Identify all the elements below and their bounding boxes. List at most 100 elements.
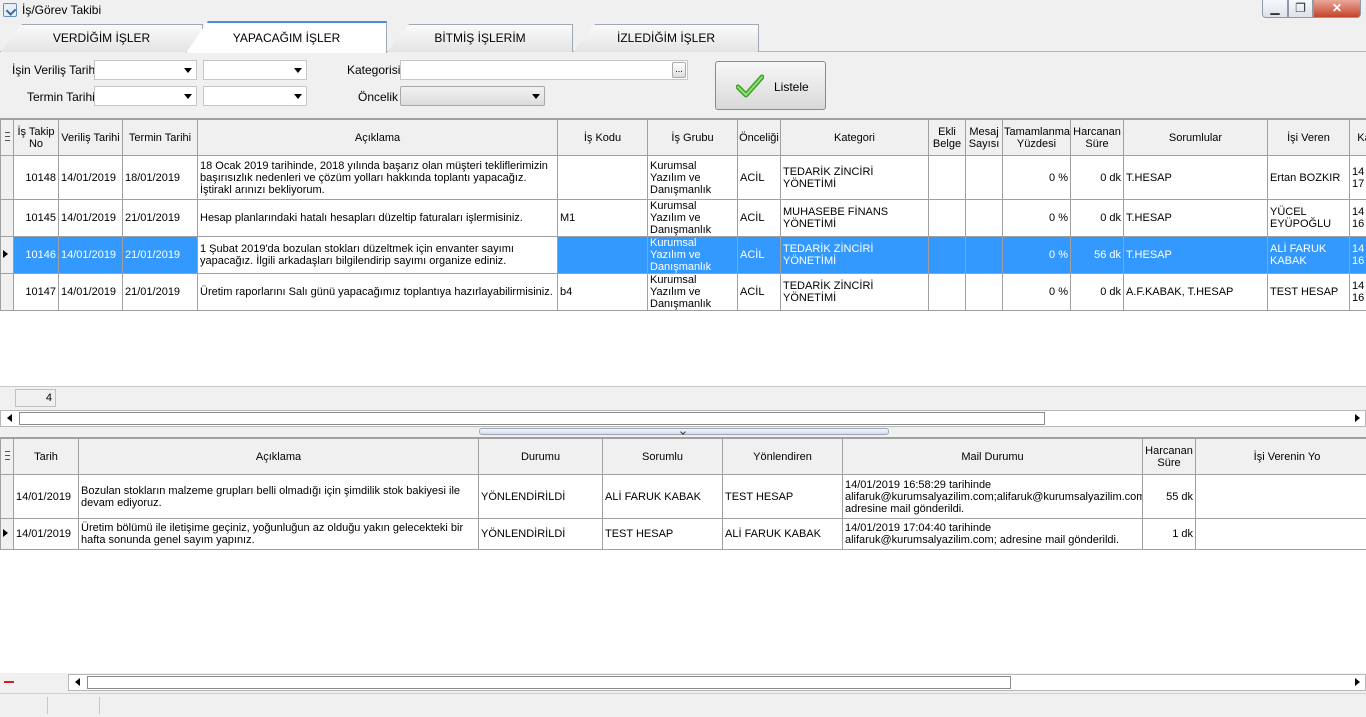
cell-oncelik[interactable]: ACİL (737, 199, 781, 237)
cell-oncelik[interactable]: ACİL (737, 236, 781, 274)
cell-mail[interactable]: 14/01/2019 17:04:40 tarihinde alifaruk@k… (842, 518, 1143, 550)
cell-aciklama[interactable]: Bozulan stokların malzeme grupları belli… (78, 474, 479, 519)
col-header[interactable]: Ka (1349, 119, 1366, 156)
minimize-button[interactable]: ▁ (1262, 0, 1288, 18)
kategori-input[interactable]: ... (400, 60, 688, 80)
termin-end-date[interactable] (203, 86, 307, 106)
cell-kategori[interactable]: TEDARİK ZİNCİRİ YÖNETİMİ (780, 236, 929, 274)
cell-kod[interactable]: b4 (557, 273, 648, 311)
col-header[interactable]: Önceliği (737, 119, 781, 156)
cell-yuzde[interactable]: 0 % (1002, 155, 1071, 200)
cell-veren[interactable]: YÜCEL EYÜPOĞLU (1267, 199, 1350, 237)
maximize-button[interactable]: ❐ (1288, 0, 1313, 18)
col-header[interactable]: Sorumlular (1123, 119, 1268, 156)
cell-kategori[interactable]: TEDARİK ZİNCİRİ YÖNETİMİ (780, 155, 929, 200)
cell-no[interactable]: 10146 (13, 236, 59, 274)
row-indicator[interactable] (0, 199, 14, 237)
col-header[interactable]: Harcanan Süre (1142, 438, 1196, 475)
table-row[interactable]: 10148 14/01/2019 18/01/2019 18 Ocak 2019… (0, 155, 1366, 200)
scroll-left-arrow-icon[interactable] (70, 675, 86, 690)
cell-yorum[interactable] (1195, 474, 1366, 519)
cell-yuzde[interactable]: 0 % (1002, 199, 1071, 237)
tab-bitmis-islerim[interactable]: BİTMİŞ İŞLERİM (387, 24, 573, 52)
header-menu[interactable] (0, 438, 14, 475)
cell-oncelik[interactable]: ACİL (737, 155, 781, 200)
cell-sure[interactable]: 0 dk (1070, 155, 1124, 200)
cell-verilis[interactable]: 14/01/2019 (58, 236, 123, 274)
cell-mesaj[interactable] (965, 155, 1003, 200)
cell-verilis[interactable]: 14/01/2019 (58, 199, 123, 237)
cell-sure[interactable]: 1 dk (1142, 518, 1196, 550)
cell-ka[interactable]: 14 16 (1349, 236, 1366, 274)
close-button[interactable]: ✕ (1313, 0, 1361, 18)
table-row[interactable]: 14/01/2019 Bozulan stokların malzeme gru… (0, 474, 1366, 519)
cell-termin[interactable]: 21/01/2019 (122, 236, 198, 274)
col-header[interactable]: Ekli Belge (928, 119, 966, 156)
row-indicator[interactable] (0, 155, 14, 200)
cell-yuzde[interactable]: 0 % (1002, 236, 1071, 274)
cell-aciklama[interactable]: 18 Ocak 2019 tarihinde, 2018 yılında baş… (197, 155, 558, 200)
row-indicator[interactable] (0, 518, 14, 550)
tab-yapacagim-isler[interactable]: YAPACAĞIM İŞLER (186, 21, 387, 53)
cell-mail[interactable]: 14/01/2019 16:58:29 tarihinde alifaruk@k… (842, 474, 1143, 519)
col-header[interactable]: Termin Tarihi (122, 119, 198, 156)
cell-aciklama[interactable]: Üretim bölümü ile iletişime geçiniz, yoğ… (78, 518, 479, 550)
cell-yonlendiren[interactable]: TEST HESAP (722, 474, 843, 519)
cell-no[interactable]: 10148 (13, 155, 59, 200)
cell-ka[interactable]: 14 16 (1349, 199, 1366, 237)
cell-termin[interactable]: 18/01/2019 (122, 155, 198, 200)
col-header[interactable]: Sorumlu (602, 438, 723, 475)
cell-termin[interactable]: 21/01/2019 (122, 199, 198, 237)
cell-termin[interactable]: 21/01/2019 (122, 273, 198, 311)
col-header[interactable]: İş Takip No (13, 119, 59, 156)
cell-aciklama[interactable]: Hesap planlarındaki hatalı hesapları düz… (197, 199, 558, 237)
cell-mesaj[interactable] (965, 236, 1003, 274)
cell-belge[interactable] (928, 273, 966, 311)
row-indicator[interactable] (0, 474, 14, 519)
col-header[interactable]: İşi Verenin Yo (1195, 438, 1366, 475)
table-row-selected[interactable]: 10146 14/01/2019 21/01/2019 1 Şubat 2019… (0, 236, 1366, 274)
horizontal-scrollbar[interactable] (0, 410, 1366, 427)
col-header[interactable]: Tamamlanma Yüzdesi (1002, 119, 1071, 156)
col-header[interactable]: Mail Durumu (842, 438, 1143, 475)
tab-verdigim-isler[interactable]: VERDİĞİM İŞLER (0, 24, 203, 52)
cell-no[interactable]: 10145 (13, 199, 59, 237)
cell-sure[interactable]: 0 dk (1070, 199, 1124, 237)
cell-ka[interactable]: 14 16 (1349, 273, 1366, 311)
col-header[interactable]: Mesaj Sayısı (965, 119, 1003, 156)
col-header[interactable]: Yönlendiren (722, 438, 843, 475)
cell-mesaj[interactable] (965, 273, 1003, 311)
cell-yonlendiren[interactable]: ALİ FARUK KABAK (722, 518, 843, 550)
cell-kod[interactable] (557, 236, 648, 274)
cell-verilis[interactable]: 14/01/2019 (58, 273, 123, 311)
col-header[interactable]: Açıklama (197, 119, 558, 156)
cell-aciklama[interactable]: Üretim raporlarını Salı günü yapacağımız… (197, 273, 558, 311)
termin-start-date[interactable] (94, 86, 197, 106)
splitter-handle[interactable] (479, 428, 889, 435)
cell-grup[interactable]: Kurumsal Yazılım ve Danışmanlık (647, 236, 738, 274)
cell-veren[interactable]: ALİ FARUK KABAK (1267, 236, 1350, 274)
col-header[interactable]: Açıklama (78, 438, 479, 475)
cell-kategori[interactable]: TEDARİK ZİNCİRİ YÖNETİMİ (780, 273, 929, 311)
cell-grup[interactable]: Kurumsal Yazılım ve Danışmanlık (647, 155, 738, 200)
cell-no[interactable]: 10147 (13, 273, 59, 311)
cell-sorumlu[interactable]: A.F.KABAK, T.HESAP (1123, 273, 1268, 311)
browse-button[interactable]: ... (672, 62, 686, 78)
row-indicator[interactable] (0, 273, 14, 311)
verilis-end-date[interactable] (203, 60, 307, 80)
col-header[interactable]: İşi Veren (1267, 119, 1350, 156)
cell-tarih[interactable]: 14/01/2019 (13, 474, 79, 519)
minus-icon[interactable] (4, 681, 14, 683)
col-header[interactable]: Tarih (13, 438, 79, 475)
col-header[interactable]: Veriliş Tarihi (58, 119, 123, 156)
cell-veren[interactable]: Ertan BOZKIR (1267, 155, 1350, 200)
cell-verilis[interactable]: 14/01/2019 (58, 155, 123, 200)
col-header[interactable]: Harcanan Süre (1070, 119, 1124, 156)
cell-aciklama[interactable]: 1 Şubat 2019'da bozulan stokları düzeltm… (197, 236, 558, 274)
cell-oncelik[interactable]: ACİL (737, 273, 781, 311)
cell-grup[interactable]: Kurumsal Yazılım ve Danışmanlık (647, 273, 738, 311)
cell-sure[interactable]: 0 dk (1070, 273, 1124, 311)
cell-sorumlu[interactable]: ALİ FARUK KABAK (602, 474, 723, 519)
tab-izledigim-isler[interactable]: İZLEDİĞİM İŞLER (573, 24, 759, 52)
table-row[interactable]: 10145 14/01/2019 21/01/2019 Hesap planla… (0, 199, 1366, 237)
